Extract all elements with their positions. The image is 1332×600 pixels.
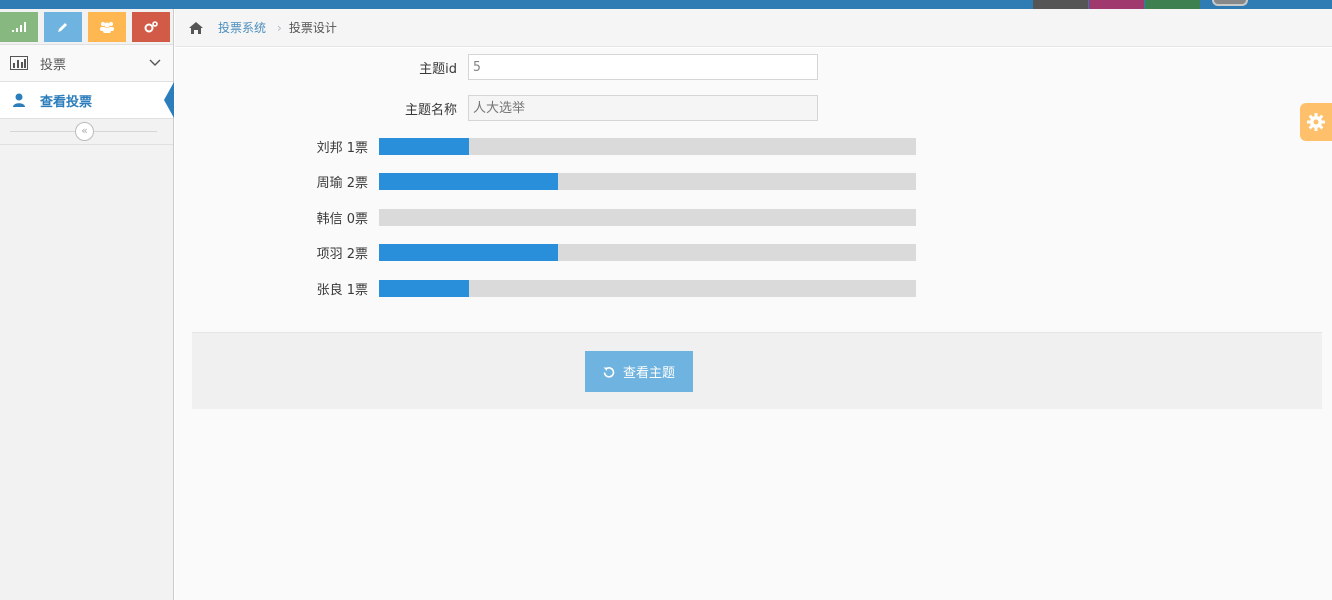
shortcut-pencil-button[interactable] bbox=[44, 12, 82, 42]
vote-label: 韩信 0票 bbox=[316, 211, 368, 227]
vote-label: 周瑜 2票 bbox=[316, 176, 368, 191]
topic-name-field[interactable] bbox=[468, 95, 818, 121]
user-avatar[interactable] bbox=[1212, 0, 1248, 6]
vote-progress-fill bbox=[379, 137, 469, 155]
vote-label: 项羽 2票 bbox=[316, 247, 368, 262]
vote-progress-fill bbox=[379, 244, 558, 261]
navbar-blocks bbox=[1033, 0, 1201, 9]
users-icon bbox=[100, 22, 114, 33]
view-topic-label: 查看主题 bbox=[622, 366, 675, 381]
vote-row: 刘邦 1票 bbox=[175, 137, 935, 156]
vote-row: 周瑜 2票 bbox=[175, 173, 935, 191]
topic-name-label: 主题名称 bbox=[404, 102, 457, 118]
breadcrumb-current: 投票设计 bbox=[288, 21, 337, 35]
top-navbar bbox=[0, 0, 1332, 9]
topic-name-row: 主题名称 bbox=[175, 95, 818, 121]
vote-row: 韩信 0票 bbox=[175, 208, 935, 227]
main-content: 主题id 主题名称 刘邦 1票周瑜 2票韩信 0票项羽 2票张良 1票 查看主题 bbox=[175, 48, 1332, 600]
shortcut-users-button[interactable] bbox=[88, 12, 126, 42]
active-pointer bbox=[164, 82, 174, 118]
topic-id-field[interactable] bbox=[468, 54, 818, 80]
vote-progress-track bbox=[379, 208, 916, 226]
topic-id-row: 主题id bbox=[175, 54, 818, 80]
navbar-block-1[interactable] bbox=[1033, 0, 1088, 9]
vote-progress-track bbox=[379, 173, 916, 190]
vote-row: 项羽 2票 bbox=[175, 244, 935, 262]
bar-chart-icon bbox=[9, 56, 29, 70]
sidebar-collapse-bar: « bbox=[0, 119, 173, 145]
sidebar-item-vote[interactable]: 投票 bbox=[0, 45, 173, 82]
vote-progress-fill bbox=[379, 173, 558, 190]
vote-label: 刘邦 1票 bbox=[316, 140, 368, 156]
undo-icon bbox=[603, 366, 615, 378]
breadcrumb-separator: › bbox=[277, 20, 282, 35]
home-icon[interactable] bbox=[188, 21, 204, 35]
collapse-sidebar-button[interactable]: « bbox=[75, 122, 94, 141]
topic-id-label: 主题id bbox=[419, 61, 457, 77]
user-icon bbox=[9, 93, 29, 107]
vote-progress-track bbox=[379, 137, 916, 155]
chevron-down-icon bbox=[149, 56, 161, 71]
view-topic-button[interactable]: 查看主题 bbox=[585, 351, 693, 392]
vote-progress-track bbox=[379, 279, 916, 297]
sidebar-item-view-votes[interactable]: 查看投票 bbox=[0, 82, 174, 119]
signal-icon bbox=[12, 22, 26, 32]
breadcrumb: 投票系统 › 投票设计 bbox=[175, 9, 1332, 47]
vote-label: 张良 1票 bbox=[316, 282, 368, 298]
form-actions: 查看主题 bbox=[192, 332, 1322, 409]
sidebar-item-label: 投票 bbox=[40, 57, 67, 73]
navbar-block-2[interactable] bbox=[1089, 0, 1144, 9]
vote-progress-track bbox=[379, 244, 916, 261]
pencil-icon bbox=[58, 23, 67, 32]
vote-progress-fill bbox=[379, 279, 469, 297]
shortcut-signal-button[interactable] bbox=[0, 12, 38, 42]
cogs-icon bbox=[144, 21, 158, 33]
shortcut-cogs-button[interactable] bbox=[132, 12, 170, 42]
sidebar-shortcuts bbox=[0, 9, 173, 45]
settings-button[interactable] bbox=[1300, 103, 1332, 141]
navbar-block-3[interactable] bbox=[1145, 0, 1200, 9]
sidebar-item-label: 查看投票 bbox=[40, 94, 93, 110]
vote-row: 张良 1票 bbox=[175, 279, 935, 298]
gear-icon bbox=[1307, 113, 1325, 131]
breadcrumb-link-vote-system[interactable]: 投票系统 bbox=[218, 19, 266, 36]
sidebar: 投票 查看投票 « bbox=[0, 9, 174, 600]
